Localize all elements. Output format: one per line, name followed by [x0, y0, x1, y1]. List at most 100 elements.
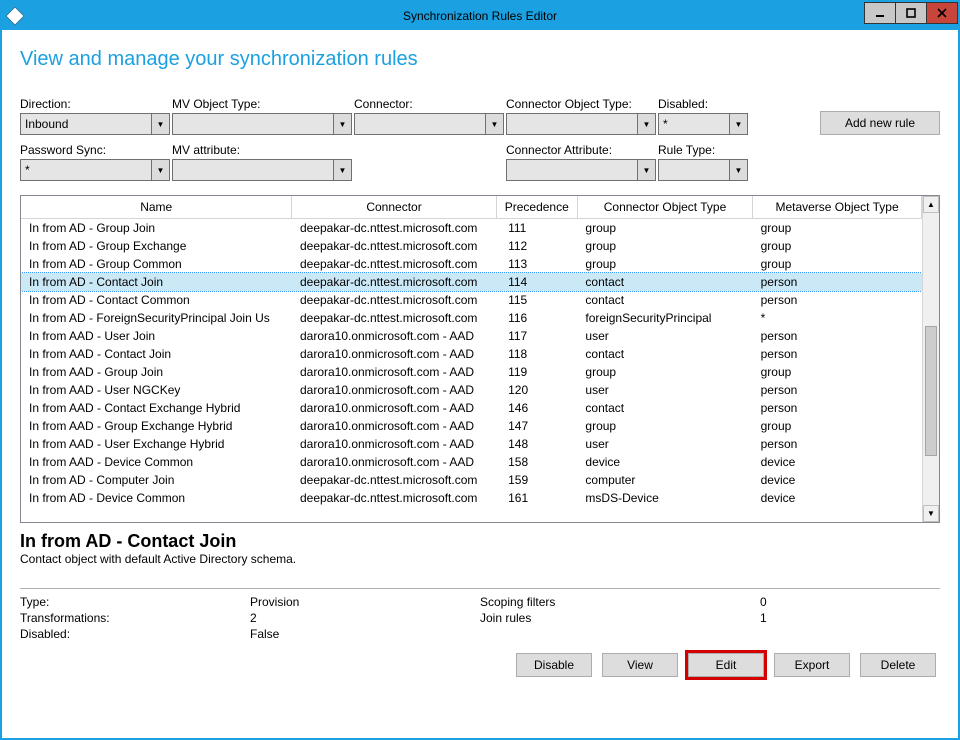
cell: In from AD - Group Join — [21, 219, 292, 237]
table-row[interactable]: In from AD - Device Commondeepakar-dc.nt… — [21, 489, 922, 507]
table-row[interactable]: In from AAD - Group Joindarora10.onmicro… — [21, 363, 922, 381]
mv-attribute-dropdown[interactable]: ▼ — [172, 159, 352, 181]
cell: contact — [577, 291, 752, 309]
connector-label: Connector: — [354, 97, 504, 111]
disabled-dropdown[interactable]: *▼ — [658, 113, 748, 135]
table-row[interactable]: In from AD - Contact Commondeepakar-dc.n… — [21, 291, 922, 309]
scroll-up-button[interactable]: ▲ — [923, 196, 939, 213]
cell: group — [577, 219, 752, 237]
connector-attribute-dropdown[interactable]: ▼ — [506, 159, 656, 181]
cell: person — [753, 399, 922, 417]
table-row[interactable]: In from AD - Group Exchangedeepakar-dc.n… — [21, 237, 922, 255]
cell: foreignSecurityPrincipal — [577, 309, 752, 327]
table-row[interactable]: In from AD - Group Commondeepakar-dc.ntt… — [21, 255, 922, 273]
cell: darora10.onmicrosoft.com - AAD — [292, 453, 496, 471]
action-buttons: Disable View Edit Export Delete — [20, 653, 940, 677]
table-row[interactable]: In from AAD - User NGCKeydarora10.onmicr… — [21, 381, 922, 399]
cell: deepakar-dc.nttest.microsoft.com — [292, 489, 496, 507]
export-button[interactable]: Export — [774, 653, 850, 677]
chevron-down-icon: ▼ — [333, 160, 351, 180]
disable-button[interactable]: Disable — [516, 653, 592, 677]
column-header[interactable]: Precedence — [496, 196, 577, 219]
column-header[interactable]: Metaverse Object Type — [753, 196, 922, 219]
cell: deepakar-dc.nttest.microsoft.com — [292, 219, 496, 237]
connector-object-type-dropdown[interactable]: ▼ — [506, 113, 656, 135]
cell: contact — [577, 345, 752, 363]
divider — [20, 588, 940, 589]
titlebar[interactable]: Synchronization Rules Editor — [2, 2, 958, 30]
column-header[interactable]: Connector — [292, 196, 496, 219]
connector-dropdown[interactable]: ▼ — [354, 113, 504, 135]
scoping-filters-value: 0 — [680, 595, 830, 609]
cell: group — [753, 363, 922, 381]
column-header[interactable]: Name — [21, 196, 292, 219]
cell: group — [577, 237, 752, 255]
cell: user — [577, 435, 752, 453]
view-button[interactable]: View — [602, 653, 678, 677]
cell: group — [753, 255, 922, 273]
cell: 161 — [496, 489, 577, 507]
table-row[interactable]: In from AAD - Device Commondarora10.onmi… — [21, 453, 922, 471]
table-row[interactable]: In from AAD - Group Exchange Hybriddaror… — [21, 417, 922, 435]
table-row[interactable]: In from AD - Group Joindeepakar-dc.nttes… — [21, 219, 922, 237]
cell: person — [753, 381, 922, 399]
cell: contact — [577, 399, 752, 417]
rule-type-dropdown[interactable]: ▼ — [658, 159, 748, 181]
cell: In from AAD - User NGCKey — [21, 381, 292, 399]
page-title: View and manage your synchronization rul… — [20, 48, 940, 71]
add-new-rule-button[interactable]: Add new rule — [820, 111, 940, 135]
password-sync-label: Password Sync: — [20, 143, 170, 157]
scroll-thumb[interactable] — [925, 326, 937, 456]
mv-object-type-dropdown[interactable]: ▼ — [172, 113, 352, 135]
cell: deepakar-dc.nttest.microsoft.com — [292, 471, 496, 489]
vertical-scrollbar[interactable]: ▲ ▼ — [922, 196, 939, 522]
chevron-down-icon: ▼ — [637, 160, 655, 180]
cell: person — [753, 273, 922, 291]
cell: 118 — [496, 345, 577, 363]
app-window: Synchronization Rules Editor View and ma… — [0, 0, 960, 740]
cell: person — [753, 345, 922, 363]
rules-table-container: NameConnectorPrecedenceConnector Object … — [20, 195, 940, 523]
cell: 159 — [496, 471, 577, 489]
close-button[interactable] — [926, 2, 958, 24]
cell: 146 — [496, 399, 577, 417]
cell: device — [753, 471, 922, 489]
cell: In from AAD - Group Join — [21, 363, 292, 381]
password-sync-dropdown[interactable]: *▼ — [20, 159, 170, 181]
cell: deepakar-dc.nttest.microsoft.com — [292, 291, 496, 309]
cell: In from AD - Contact Common — [21, 291, 292, 309]
cell: In from AAD - User Exchange Hybrid — [21, 435, 292, 453]
cell: In from AAD - Contact Exchange Hybrid — [21, 399, 292, 417]
direction-label: Direction: — [20, 97, 170, 111]
cell: msDS-Device — [577, 489, 752, 507]
cell: In from AAD - Device Common — [21, 453, 292, 471]
cell: darora10.onmicrosoft.com - AAD — [292, 345, 496, 363]
rule-type-label: Rule Type: — [658, 143, 748, 157]
table-row[interactable]: In from AAD - Contact Exchange Hybriddar… — [21, 399, 922, 417]
table-row[interactable]: In from AAD - User Exchange Hybriddarora… — [21, 435, 922, 453]
filter-row-2: Password Sync: *▼ MV attribute: ▼ Connec… — [20, 143, 940, 181]
table-row[interactable]: In from AD - ForeignSecurityPrincipal Jo… — [21, 309, 922, 327]
detail-grid: Type: Provision Scoping filters 0 Transf… — [20, 595, 940, 641]
cell: * — [753, 309, 922, 327]
cell: deepakar-dc.nttest.microsoft.com — [292, 237, 496, 255]
rules-table[interactable]: NameConnectorPrecedenceConnector Object … — [21, 196, 922, 507]
maximize-button[interactable] — [895, 2, 927, 24]
edit-button[interactable]: Edit — [688, 653, 764, 677]
content: View and manage your synchronization rul… — [2, 30, 958, 738]
direction-dropdown[interactable]: Inbound▼ — [20, 113, 170, 135]
cell: In from AD - Device Common — [21, 489, 292, 507]
delete-button[interactable]: Delete — [860, 653, 936, 677]
scroll-down-button[interactable]: ▼ — [923, 505, 939, 522]
minimize-button[interactable] — [864, 2, 896, 24]
table-row[interactable]: In from AD - Contact Joindeepakar-dc.ntt… — [21, 273, 922, 291]
table-row[interactable]: In from AAD - User Joindarora10.onmicros… — [21, 327, 922, 345]
cell: person — [753, 291, 922, 309]
table-row[interactable]: In from AAD - Contact Joindarora10.onmic… — [21, 345, 922, 363]
column-header[interactable]: Connector Object Type — [577, 196, 752, 219]
cell: 113 — [496, 255, 577, 273]
table-row[interactable]: In from AD - Computer Joindeepakar-dc.nt… — [21, 471, 922, 489]
cell: person — [753, 435, 922, 453]
chevron-down-icon: ▼ — [729, 160, 747, 180]
connector-object-type-label: Connector Object Type: — [506, 97, 656, 111]
